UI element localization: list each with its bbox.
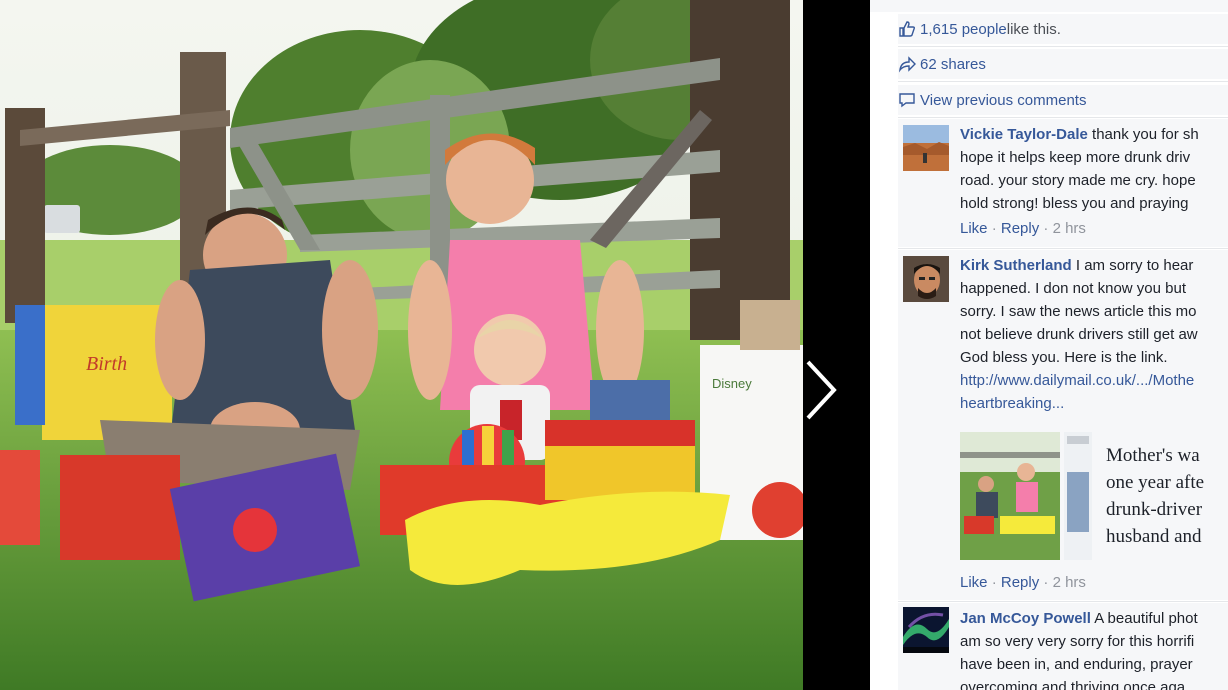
comment-actions: Like · Reply · 2 hrs	[960, 574, 1086, 591]
family-picnic-photo: Birth Disney	[0, 0, 803, 690]
like-comment-link[interactable]: Like	[960, 220, 988, 237]
comment-text: not believe drunk drivers still get aw	[960, 326, 1198, 343]
comments-panel: 1,615 people like this. 62 shares View p…	[870, 0, 1228, 690]
man-portrait-photo	[903, 256, 949, 302]
preview-title-line: drunk-driver	[1106, 499, 1203, 520]
comment-text: hold strong! bless you and praying	[960, 195, 1189, 212]
view-previous-comments-link[interactable]: View previous comments	[920, 92, 1086, 109]
preview-title-line: Mother's wa	[1106, 445, 1200, 466]
comment-actions: Like · Reply · 2 hrs	[960, 220, 1086, 237]
divider	[898, 46, 1228, 47]
preview-title-line: one year afte	[1106, 472, 1205, 493]
comment-author-link[interactable]: Jan McCoy Powell	[960, 610, 1091, 627]
post-photo: Birth Disney	[0, 0, 803, 690]
divider	[898, 117, 1228, 118]
likes-count-link[interactable]: 1,615 people	[920, 21, 1007, 38]
avatar[interactable]	[903, 256, 949, 302]
preview-title: Mother's wa one year afte drunk-driver h…	[1106, 442, 1228, 550]
likes-row: 1,615 people like this.	[898, 14, 1228, 44]
avatar[interactable]	[903, 607, 949, 653]
divider	[898, 248, 1228, 249]
avatar[interactable]	[903, 125, 949, 171]
comment-text: I am sorry to hear	[1071, 257, 1194, 274]
comment-text: hope it helps keep more drunk driv	[960, 149, 1191, 166]
comment-text: God bless you. Here is the link.	[960, 349, 1168, 366]
comment-timestamp: 2 hrs	[1052, 220, 1086, 237]
svg-text:Birth: Birth	[86, 353, 127, 375]
comment-text: A beautiful phot	[1090, 610, 1198, 627]
chevron-right-icon	[806, 360, 837, 420]
speech-bubble-icon	[898, 91, 920, 109]
comment-text: am so very very sorry for this horrifi	[960, 633, 1195, 650]
next-photo-button[interactable]	[800, 358, 844, 422]
reply-comment-link[interactable]: Reply	[1001, 220, 1039, 237]
divider	[898, 601, 1228, 602]
comment-body: Kirk Sutherland I am sorry to hear happe…	[960, 254, 1228, 415]
comment-text: sorry. I saw the news article this mo	[960, 303, 1197, 320]
comment-author-link[interactable]: Kirk Sutherland	[960, 257, 1072, 274]
preview-title-line: husband and	[1106, 526, 1202, 547]
comment-author-link[interactable]: Vickie Taylor-Dale	[960, 126, 1088, 143]
comment-text: road. your story made me cry. hope	[960, 172, 1196, 189]
svg-text:Disney: Disney	[712, 376, 752, 391]
panel-top-strip	[870, 0, 1228, 12]
canyon-landscape-photo	[903, 125, 949, 171]
preview-thumbnail	[960, 432, 1060, 560]
shares-row: 62 shares	[898, 49, 1228, 79]
comment-text: thank you for sh	[1087, 126, 1199, 143]
article-url-link[interactable]: http://www.dailymail.co.uk/.../Mothe	[960, 372, 1194, 389]
preview-thumbnail-secondary	[1064, 432, 1092, 560]
comment-timestamp: 2 hrs	[1052, 574, 1086, 591]
thumbs-up-icon	[898, 20, 920, 38]
comment-item: Jan McCoy Powell A beautiful phot am so …	[898, 603, 1228, 690]
likes-suffix: like this.	[1006, 20, 1061, 38]
view-previous-row: View previous comments	[898, 85, 1228, 115]
comment-item: Vickie Taylor-Dale thank you for sh hope…	[898, 119, 1228, 247]
reply-comment-link[interactable]: Reply	[1001, 574, 1039, 591]
share-arrow-icon	[898, 55, 920, 73]
comment-text: happened. I don not know you but	[960, 280, 1187, 297]
comment-body: Vickie Taylor-Dale thank you for sh hope…	[960, 123, 1228, 215]
photo-viewer-gutter	[803, 0, 870, 690]
shares-link[interactable]: 62 shares	[920, 56, 986, 73]
like-comment-link[interactable]: Like	[960, 574, 988, 591]
aurora-sky-photo	[903, 607, 949, 653]
link-preview-card[interactable]: Mother's wa one year afte drunk-driver h…	[932, 432, 1228, 560]
comment-body: Jan McCoy Powell A beautiful phot am so …	[960, 607, 1228, 690]
comment-text: overcoming and thriving once aga	[960, 679, 1186, 690]
comment-text: have been in, and enduring, prayer	[960, 656, 1193, 673]
article-url-link[interactable]: heartbreaking...	[960, 395, 1064, 412]
divider	[898, 81, 1228, 82]
